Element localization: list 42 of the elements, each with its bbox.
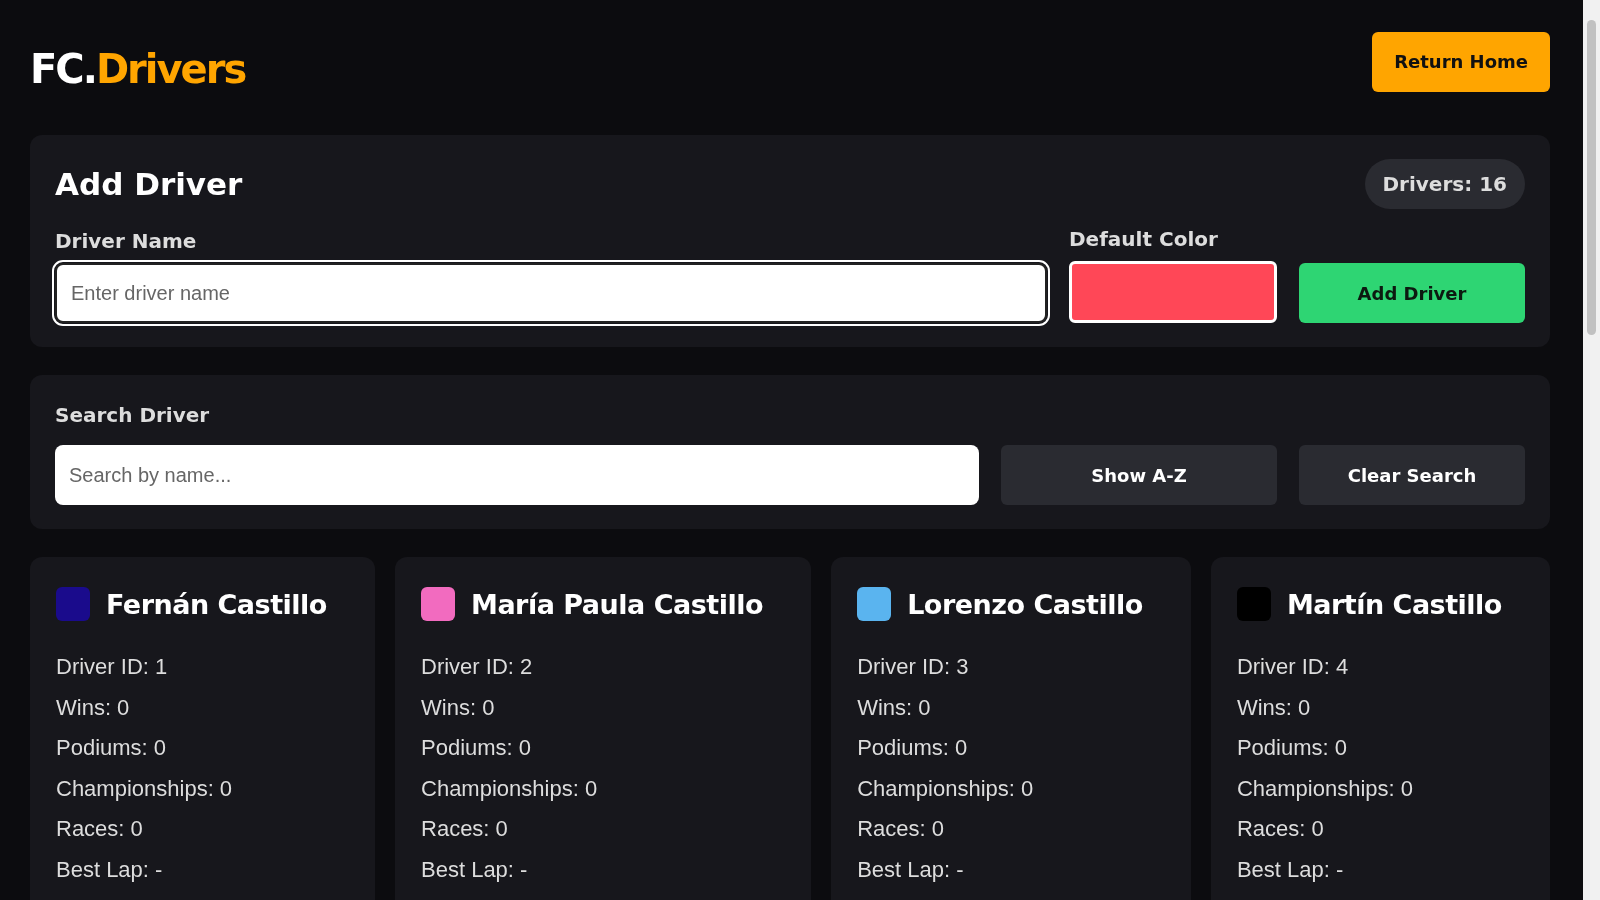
- scrollbar[interactable]: [1583, 0, 1600, 900]
- logo: FC.Drivers: [30, 44, 246, 92]
- driver-stat: Driver ID: 1: [56, 653, 169, 681]
- driver-name: Martín Castillo: [1286, 588, 1502, 620]
- driver-name: María Paula Castillo: [471, 588, 763, 620]
- color-picker[interactable]: [1069, 261, 1277, 323]
- driver-stat: Championships: 0: [421, 774, 599, 803]
- driver-stat: Races: 0: [56, 815, 144, 843]
- driver-stat: Wins: 0: [421, 693, 496, 722]
- driver-stat: Best Lap: -: [1236, 855, 1345, 884]
- field-label: Search Driver: [55, 403, 211, 427]
- driver-stat: Wins: 0: [857, 693, 932, 722]
- panel-title: Add Driver: [55, 166, 243, 202]
- driver-stat: Races: 0: [1236, 815, 1325, 843]
- driver-stat: Driver ID: 3: [857, 653, 970, 681]
- driver-stat: Podiums: 0: [1236, 734, 1348, 762]
- driver-stat: Best Lap: -: [857, 855, 965, 884]
- driver-stat: Races: 0: [421, 815, 509, 843]
- driver-count-badge: Drivers: 16: [1364, 159, 1525, 209]
- driver-stat: Championships: 0: [1236, 774, 1414, 803]
- field-label: Default Color: [1069, 227, 1219, 251]
- driver-stat: Podiums: 0: [857, 734, 969, 762]
- driver-stat: Championships: 0: [56, 774, 234, 803]
- driver-stat: Podiums: 0: [56, 734, 168, 762]
- clear-search-button[interactable]: Clear Search: [1299, 445, 1525, 505]
- field-label: Driver Name: [55, 229, 198, 253]
- search-field[interactable]: Search by name...: [55, 445, 979, 505]
- driver-stat: Best Lap: -: [421, 855, 529, 884]
- driver-stat: Driver ID: 2: [421, 653, 534, 681]
- driver-stat: Driver ID: 4: [1236, 653, 1350, 681]
- driver-stat: Wins: 0: [1236, 693, 1312, 722]
- driver-name-input[interactable]: Enter driver name: [55, 263, 1047, 323]
- driver-stat: Championships: 0: [857, 774, 1035, 803]
- return-home-button[interactable]: Return Home: [1372, 31, 1550, 92]
- driver-stat: Wins: 0: [56, 693, 131, 722]
- driver-stat: Races: 0: [857, 815, 945, 843]
- driver-stat: Podiums: 0: [421, 734, 533, 762]
- add-driver-button[interactable]: Add Driver: [1299, 263, 1525, 323]
- driver-name: Fernán Castillo: [106, 588, 327, 620]
- sort-button[interactable]: Show A-Z: [1001, 445, 1277, 505]
- driver-name: Lorenzo Castillo: [907, 588, 1143, 620]
- driver-stat: Best Lap: -: [56, 855, 164, 884]
